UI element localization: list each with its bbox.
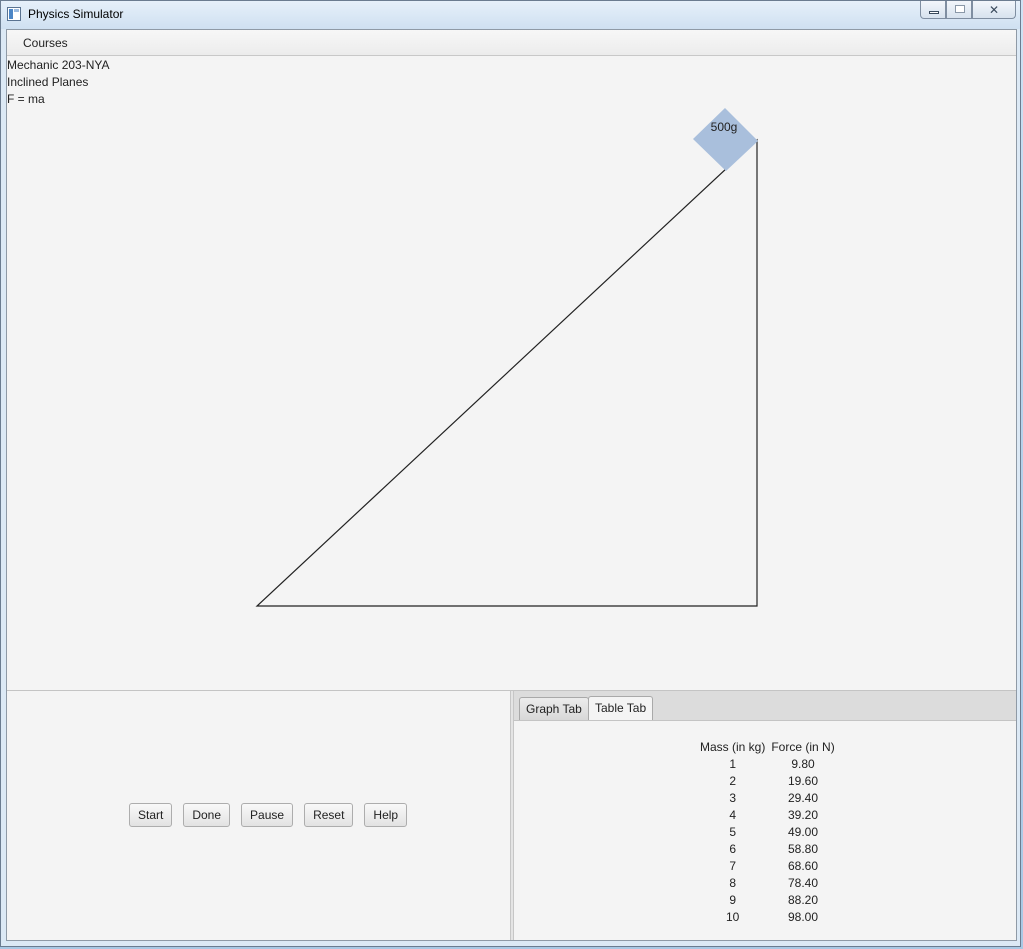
force-cell: 58.80 bbox=[788, 841, 819, 856]
maximize-button[interactable] bbox=[946, 1, 972, 19]
done-button[interactable]: Done bbox=[183, 803, 231, 827]
table-row: 7 68.60 bbox=[697, 857, 838, 874]
force-cell: 88.20 bbox=[788, 892, 819, 907]
table-row: 3 29.40 bbox=[697, 789, 838, 806]
table-row: 10 98.00 bbox=[697, 908, 838, 925]
table-row: 6 58.80 bbox=[697, 840, 838, 857]
force-cell: 49.00 bbox=[788, 824, 819, 839]
menu-bar: Courses bbox=[7, 30, 1016, 56]
mass-cell: 1 bbox=[729, 756, 737, 771]
mass-block[interactable]: 500g bbox=[693, 108, 758, 171]
header-mass: Mass (in kg) bbox=[700, 739, 766, 754]
force-cell: 98.00 bbox=[788, 909, 819, 924]
simulation-canvas: 500g bbox=[255, 108, 758, 607]
tab-table[interactable]: Table Tab bbox=[588, 696, 654, 720]
mass-cell: 7 bbox=[729, 858, 737, 873]
app-icon bbox=[7, 7, 21, 21]
menu-courses[interactable]: Courses bbox=[23, 36, 68, 50]
minimize-icon bbox=[929, 11, 939, 14]
pause-button[interactable]: Pause bbox=[241, 803, 294, 827]
tab-graph[interactable]: Graph Tab bbox=[519, 697, 589, 720]
force-cell: 78.40 bbox=[788, 875, 819, 890]
control-buttons: Start Done Pause Reset Help bbox=[129, 803, 418, 827]
table-row: 1 9.80 bbox=[697, 755, 838, 772]
force-cell: 29.40 bbox=[788, 790, 819, 805]
mass-cell: 2 bbox=[729, 773, 737, 788]
window-controls: ✕ bbox=[920, 1, 1016, 20]
close-button[interactable]: ✕ bbox=[972, 1, 1016, 19]
reset-button[interactable]: Reset bbox=[304, 803, 354, 827]
mass-block-label: 500g bbox=[711, 120, 738, 134]
mass-cell: 4 bbox=[729, 807, 737, 822]
force-cell: 68.60 bbox=[788, 858, 819, 873]
close-icon: ✕ bbox=[988, 3, 1000, 17]
help-button[interactable]: Help bbox=[364, 803, 408, 827]
window-title: Physics Simulator bbox=[28, 7, 124, 21]
force-cell: 19.60 bbox=[788, 773, 819, 788]
client-area: Courses Mechanic 203-NYA Inclined Planes… bbox=[6, 29, 1017, 941]
mass-force-table: Mass (in kg) Force (in N) 1 9.80 2 19.60 3… bbox=[697, 738, 838, 925]
inclined-plane bbox=[255, 138, 758, 607]
bottom-panel: Start Done Pause Reset Help Graph Tab Ta… bbox=[7, 690, 1016, 940]
mass-cell: 6 bbox=[729, 841, 737, 856]
table-tab-content: Mass (in kg) Force (in N) 1 9.80 2 19.60 3… bbox=[514, 721, 1016, 940]
table-row: 8 78.40 bbox=[697, 874, 838, 891]
results-pane: Graph Tab Table Tab Mass (in kg) Force (… bbox=[514, 691, 1016, 940]
mass-block-shape bbox=[693, 108, 758, 171]
app-window: Physics Simulator ✕ Courses Mechanic 203… bbox=[0, 0, 1021, 947]
mass-cell: 3 bbox=[729, 790, 737, 805]
mass-cell: 5 bbox=[729, 824, 737, 839]
table-row: 5 49.00 bbox=[697, 823, 838, 840]
controls-pane: Start Done Pause Reset Help bbox=[7, 691, 510, 940]
mass-cell: 8 bbox=[729, 875, 737, 890]
title-bar[interactable]: Physics Simulator ✕ bbox=[1, 1, 1020, 29]
mass-cell: 9 bbox=[729, 892, 737, 907]
force-cell: 39.20 bbox=[788, 807, 819, 822]
table-row: 4 39.20 bbox=[697, 806, 838, 823]
mass-cell: 10 bbox=[725, 909, 740, 924]
tab-header: Graph Tab Table Tab bbox=[514, 691, 1016, 721]
table-header-row: Mass (in kg) Force (in N) bbox=[697, 738, 838, 755]
force-cell: 9.80 bbox=[791, 756, 815, 771]
table-row: 9 88.20 bbox=[697, 891, 838, 908]
start-button[interactable]: Start bbox=[129, 803, 173, 827]
table-row: 2 19.60 bbox=[697, 772, 838, 789]
maximize-icon bbox=[955, 5, 965, 13]
minimize-button[interactable] bbox=[920, 1, 946, 19]
header-force: Force (in N) bbox=[771, 739, 835, 754]
